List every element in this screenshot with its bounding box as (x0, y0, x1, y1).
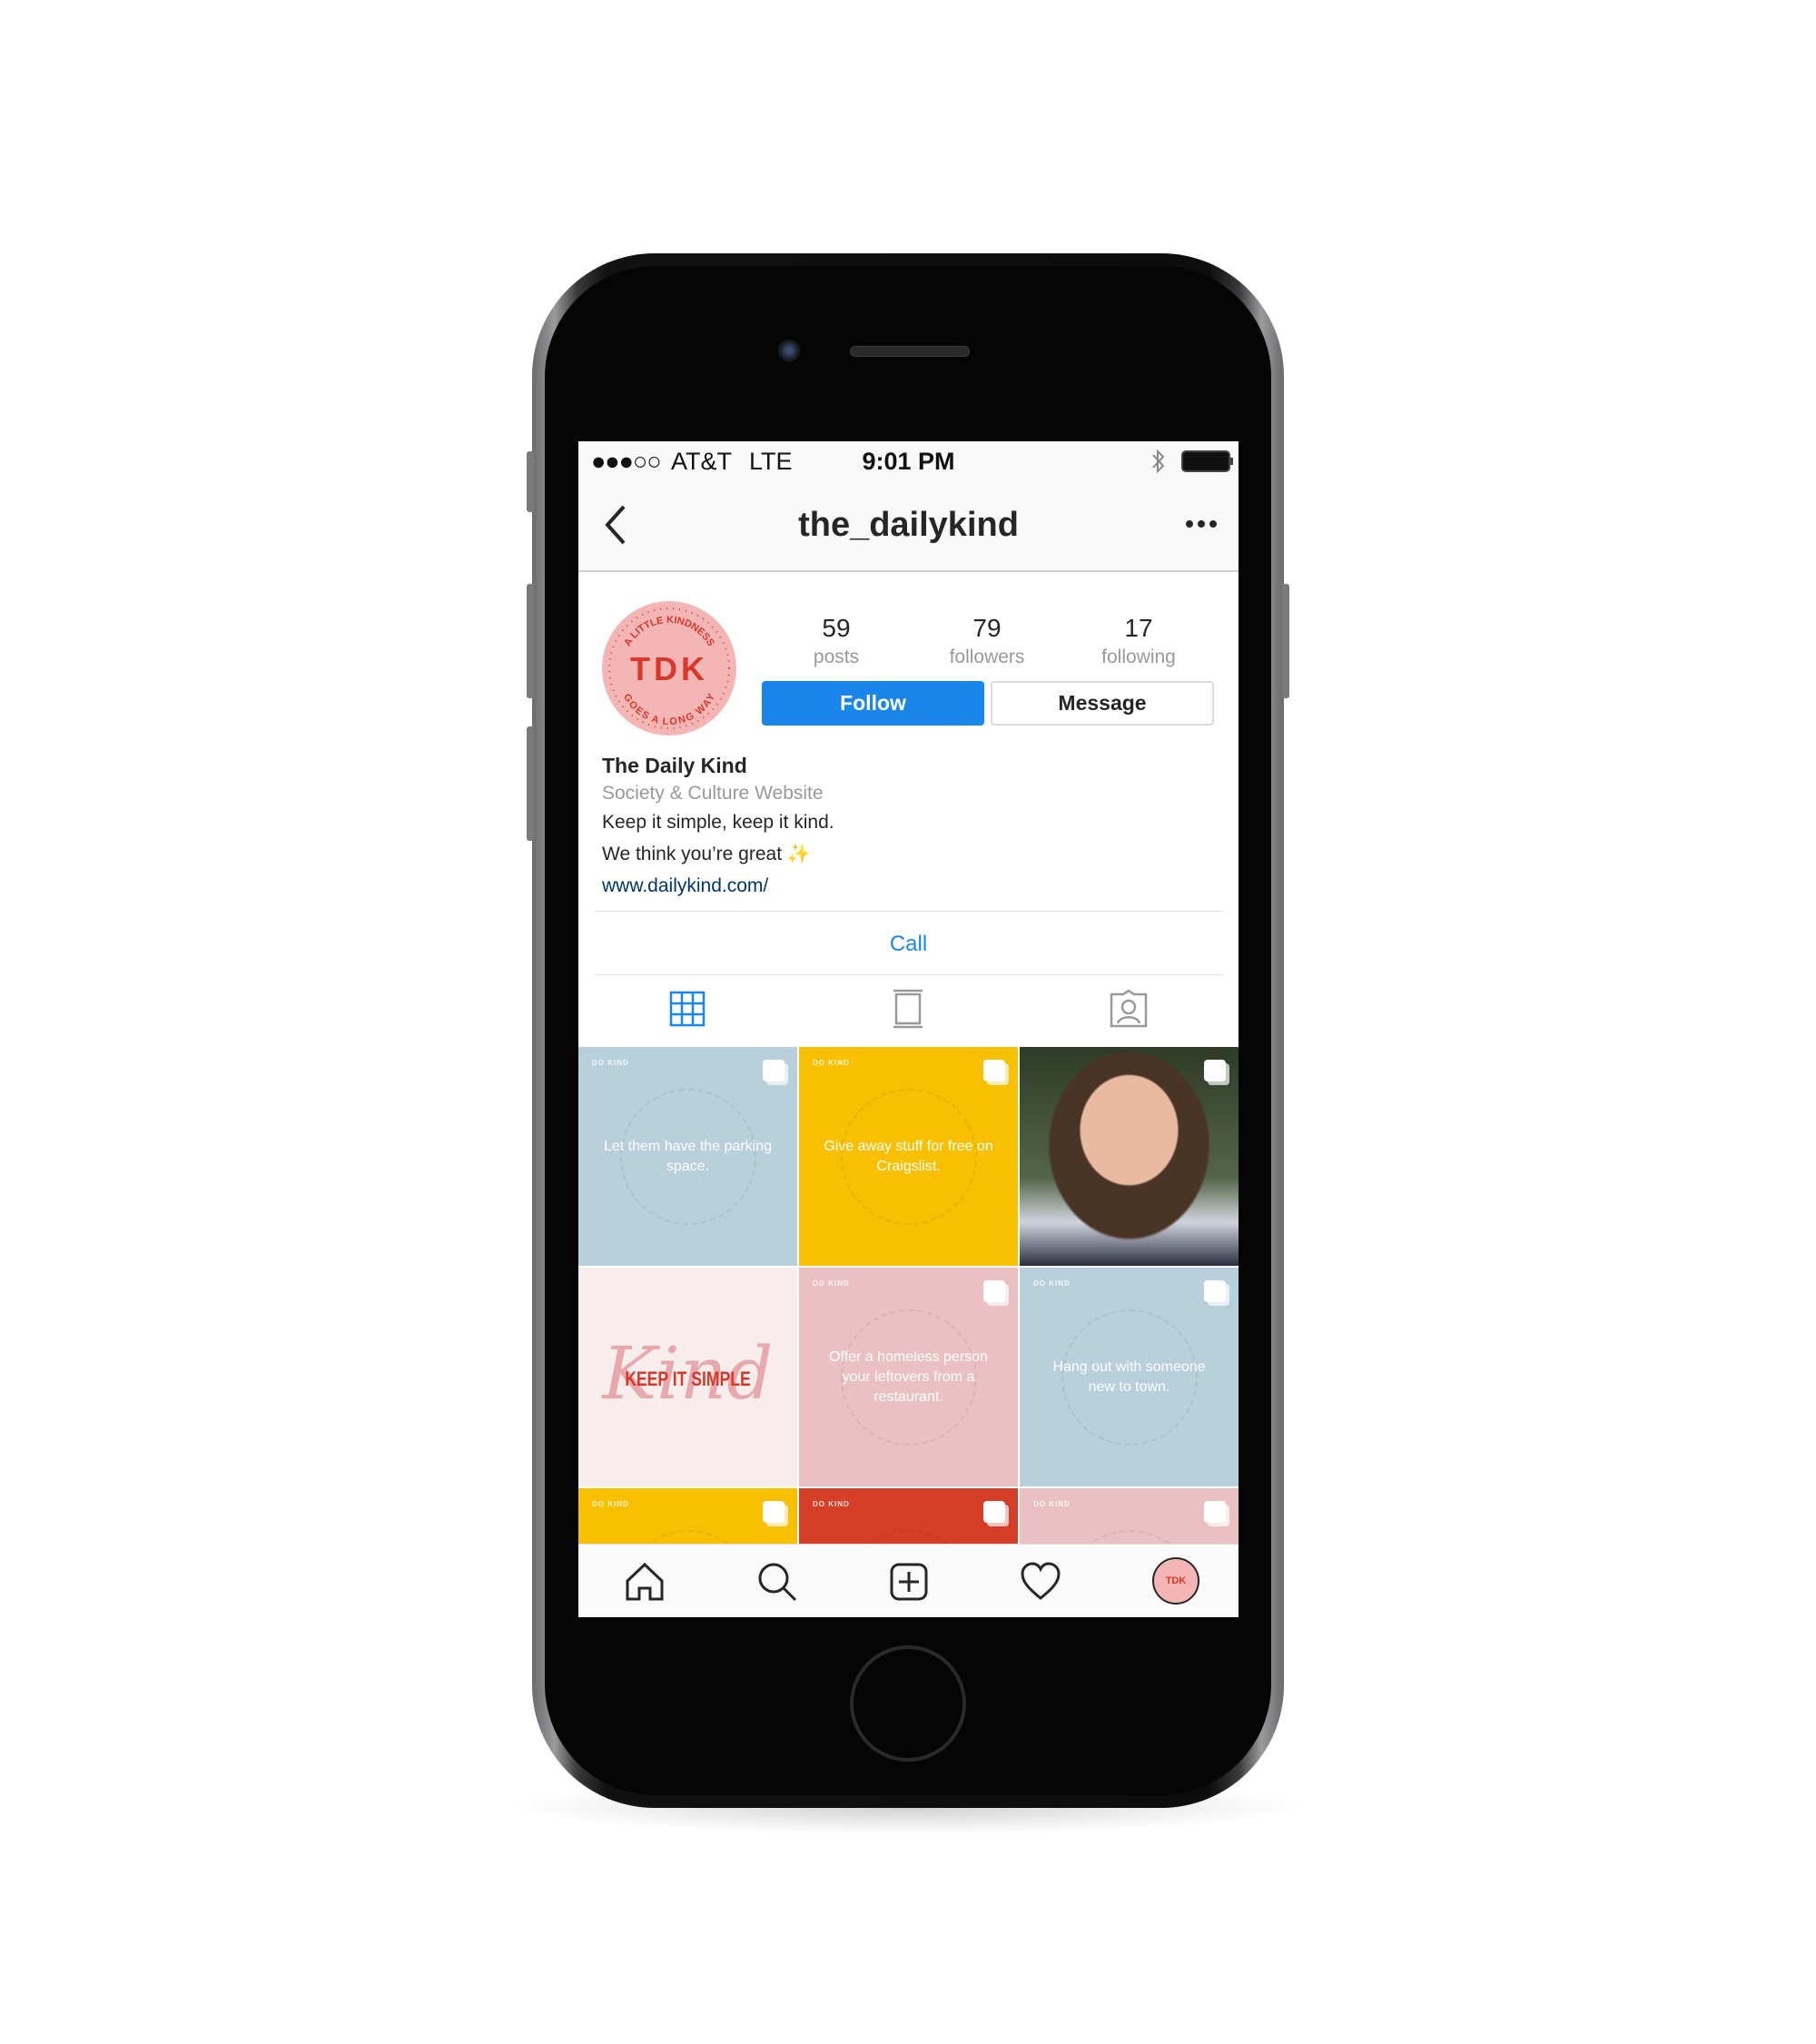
carousel-icon (763, 1060, 785, 1081)
profile-avatar[interactable]: TDK (1152, 1557, 1199, 1605)
search-icon[interactable] (756, 1561, 798, 1603)
post-thumbnail[interactable]: Offer a homeless person your leftovers f… (799, 1268, 1018, 1486)
battery-icon (1181, 450, 1233, 472)
avatar-logo-text: TDK (630, 650, 708, 687)
post-caption: Let them have the parking space. (603, 1138, 772, 1174)
stat-following[interactable]: 17 following (1066, 614, 1211, 668)
clock: 9:01 PM (862, 448, 955, 475)
bluetooth-icon (1152, 449, 1165, 474)
message-button[interactable]: Message (991, 681, 1214, 726)
post-thumbnail[interactable]: Kind KEEP IT SIMPLE (578, 1268, 797, 1486)
website-link[interactable]: www.dailykind.com/ (602, 875, 768, 897)
carousel-icon (1204, 1280, 1226, 1302)
post-tag: DO KIND (592, 1059, 629, 1067)
grid-icon[interactable] (669, 991, 706, 1027)
divider (594, 911, 1223, 912)
more-horizontal-icon[interactable] (1185, 518, 1218, 529)
profile-name: The Daily Kind (602, 754, 747, 777)
post-thumbnail[interactable]: Let them have the parking space. DO KIND (578, 1047, 797, 1266)
heart-icon[interactable] (1020, 1561, 1061, 1603)
stat-value: 79 (972, 614, 1002, 642)
screen: ●●●○○ AT&T LTE 9:01 PM the_dailykind A L… (578, 441, 1239, 1617)
mute-switch (527, 451, 534, 512)
volume-down-button (527, 726, 534, 841)
tagged-icon[interactable] (1109, 989, 1149, 1029)
stat-value: 59 (822, 614, 851, 642)
svg-text:GOES A LONG WAY: GOES A LONG WAY (621, 691, 717, 727)
carousel-icon (983, 1501, 1005, 1523)
carousel-icon (983, 1280, 1005, 1302)
post-tag: DO KIND (592, 1500, 629, 1508)
home-button[interactable] (850, 1645, 966, 1762)
carousel-icon (1204, 1501, 1226, 1523)
post-caption: KEEP IT SIMPLE (625, 1368, 751, 1390)
post-caption: Hang out with someone new to town. (1052, 1358, 1206, 1395)
post-thumbnail[interactable]: Give away stuff for free on Craigslist. D… (799, 1047, 1018, 1266)
bio-line: Keep it simple, keep it kind. (602, 812, 834, 833)
front-camera (778, 340, 800, 361)
bottom-nav: TDK (578, 1544, 1239, 1617)
volume-up-button (527, 584, 534, 698)
carousel-icon (763, 1501, 785, 1523)
post-tag: DO KIND (813, 1059, 850, 1067)
profile-category: Society & Culture Website (602, 783, 824, 804)
stat-followers[interactable]: 79 followers (914, 614, 1060, 668)
bio-line: We think you’re great ✨ (602, 844, 812, 864)
call-button[interactable]: Call (578, 932, 1239, 957)
post-tag: DO KIND (813, 1500, 850, 1508)
feed-icon[interactable] (893, 989, 923, 1029)
stat-value: 17 (1124, 614, 1153, 642)
carousel-icon (1204, 1060, 1226, 1081)
profile-username: the_dailykind (798, 506, 1019, 544)
stat-label: posts (813, 647, 860, 667)
post-thumbnail[interactable]: Hang out with someone new to town. DO KIN… (1020, 1268, 1239, 1486)
power-button (1282, 584, 1289, 698)
post-thumbnail[interactable] (1020, 1047, 1239, 1266)
stat-label: followers (949, 647, 1025, 667)
stat-label: following (1101, 647, 1176, 667)
post-caption: Offer a homeless person your leftovers f… (829, 1348, 988, 1405)
home-icon[interactable] (624, 1561, 666, 1603)
post-tag: DO KIND (1033, 1279, 1071, 1288)
earpiece-speaker (850, 346, 970, 357)
profile-avatar[interactable]: A LITTLE KINDNESS GOES A LONG WAY TDK (602, 601, 736, 736)
nav-bar: the_dailykind (578, 480, 1239, 572)
post-caption: Give away stuff for free on Craigslist. (824, 1138, 993, 1174)
add-post-icon[interactable] (888, 1561, 930, 1603)
status-bar: ●●●○○ AT&T LTE 9:01 PM (578, 441, 1239, 480)
carousel-icon (983, 1060, 1005, 1081)
stat-posts[interactable]: 59 posts (764, 614, 909, 668)
divider (594, 974, 1223, 975)
post-tag: DO KIND (1033, 1500, 1071, 1508)
post-tag: DO KIND (813, 1279, 850, 1288)
svg-text:A LITTLE KINDNESS: A LITTLE KINDNESS (622, 615, 716, 648)
follow-button[interactable]: Follow (762, 681, 984, 726)
